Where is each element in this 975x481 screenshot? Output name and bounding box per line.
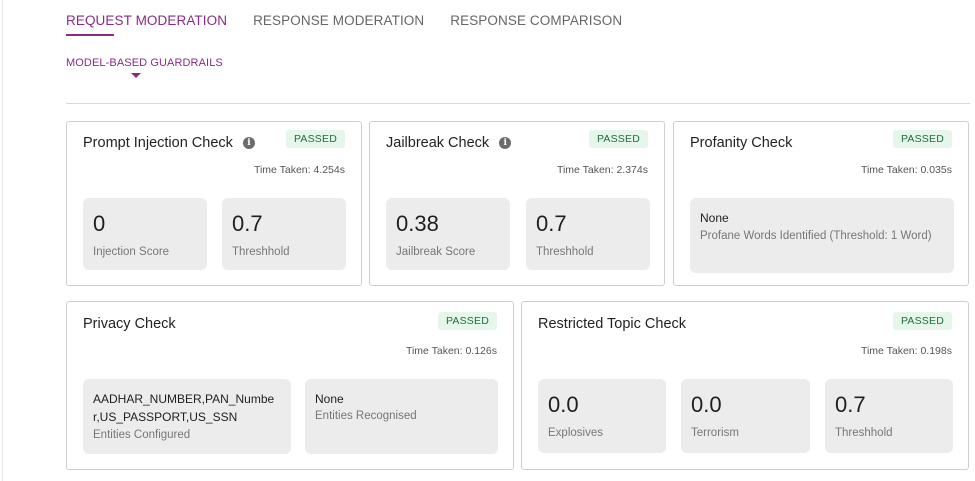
info-icon[interactable]: i: [499, 137, 512, 149]
tab-request-moderation[interactable]: REQUEST MODERATION: [66, 13, 227, 36]
restricted-topic-card: Restricted Topic Check PASSED Time Taken…: [521, 301, 969, 470]
time-taken: Time Taken: 0.035s: [860, 164, 952, 176]
profane-words-value: None: [700, 211, 729, 225]
jailbreak-score-box: 0.38 Jailbreak Score: [386, 198, 510, 270]
time-taken: Time Taken: 2.374s: [556, 164, 648, 176]
terrorism-value: 0.0: [691, 392, 722, 417]
section-divider: [66, 103, 970, 104]
explosives-box: 0.0 Explosives: [538, 379, 666, 453]
time-taken: Time Taken: 4.254s: [253, 164, 345, 176]
moderation-tabs: REQUEST MODERATION RESPONSE MODERATION R…: [66, 13, 648, 36]
status-badge: PASSED: [437, 312, 497, 330]
card-title: Profanity Check: [690, 135, 792, 151]
entities-recognised-box: None Entities Recognised: [305, 379, 498, 454]
jailbreak-score-label: Jailbreak Score: [396, 246, 476, 258]
jailbreak-title: Jailbreak Check: [386, 135, 490, 151]
profanity-title: Profanity Check: [690, 135, 793, 151]
explosives-value: 0.0: [548, 392, 579, 417]
threshold-label: Threshhold: [835, 427, 893, 439]
tab-response-moderation[interactable]: RESPONSE MODERATION: [253, 13, 424, 36]
time-taken: Time Taken: 0.126s: [405, 345, 497, 357]
privacy-title: Privacy Check: [83, 316, 176, 332]
entities-configured-line-2: r,US_PASSPORT,US_SSN: [93, 410, 238, 424]
threshold-value: 0.7: [536, 211, 567, 236]
status-badge: PASSED: [892, 130, 952, 148]
caret-down-icon: [131, 73, 141, 78]
injection-score-value: 0: [93, 211, 106, 236]
threshold-value: 0.7: [835, 392, 866, 417]
status-badge: PASSED: [892, 312, 952, 330]
tab-response-comparison[interactable]: RESPONSE COMPARISON: [450, 13, 622, 36]
entities-configured-box: AADHAR_NUMBER,PAN_Numbe r,US_PASSPORT,US…: [83, 379, 291, 454]
card-title: Privacy Check: [83, 316, 176, 332]
prompt-injection-title: Prompt Injection Check: [83, 135, 233, 151]
card-title: Prompt Injection Check i: [83, 135, 255, 151]
threshold-label: Threshhold: [232, 246, 290, 258]
status-badge: PASSED: [588, 130, 648, 148]
entities-configured-line-1: AADHAR_NUMBER,PAN_Numbe: [93, 392, 275, 406]
status-badge: PASSED: [285, 130, 345, 148]
terrorism-label: Terrorism: [691, 427, 739, 439]
injection-score-label: Injection Score: [93, 246, 170, 258]
injection-score-box: 0 Injection Score: [83, 198, 207, 270]
threshold-label: Threshhold: [536, 246, 594, 258]
restricted-topic-title: Restricted Topic Check: [538, 316, 687, 332]
threshold-box: 0.7 Threshhold: [825, 379, 953, 453]
threshold-box: 0.7 Threshhold: [222, 198, 346, 270]
explosives-label: Explosives: [548, 427, 603, 439]
profane-words-label: Profane Words Identified (Threshold: 1 W…: [700, 230, 932, 242]
terrorism-box: 0.0 Terrorism: [681, 379, 810, 453]
jailbreak-score-value: 0.38: [396, 211, 439, 236]
entities-configured-label: Entities Configured: [93, 429, 191, 441]
card-title: Restricted Topic Check: [538, 316, 686, 332]
prompt-injection-card: Prompt Injection Check i PASSED Time Tak…: [66, 121, 362, 286]
profanity-card: Profanity Check PASSED Time Taken: 0.035…: [673, 121, 969, 286]
subtab-model-based-guardrails[interactable]: MODEL-BASED GUARDRAILS: [66, 57, 223, 69]
info-icon[interactable]: i: [242, 137, 255, 149]
profane-words-box: None Profane Words Identified (Threshold…: [690, 198, 954, 273]
jailbreak-card: Jailbreak Check i PASSED Time Taken: 2.3…: [369, 121, 665, 286]
time-taken: Time Taken: 0.198s: [860, 345, 952, 357]
privacy-card: Privacy Check PASSED Time Taken: 0.126s …: [66, 301, 514, 470]
threshold-box: 0.7 Threshhold: [526, 198, 650, 270]
threshold-value: 0.7: [232, 211, 263, 236]
left-border: [2, 0, 3, 481]
entities-recognised-value: None: [315, 392, 344, 406]
entities-recognised-label: Entities Recognised: [315, 410, 417, 422]
card-title: Jailbreak Check i: [386, 135, 512, 151]
